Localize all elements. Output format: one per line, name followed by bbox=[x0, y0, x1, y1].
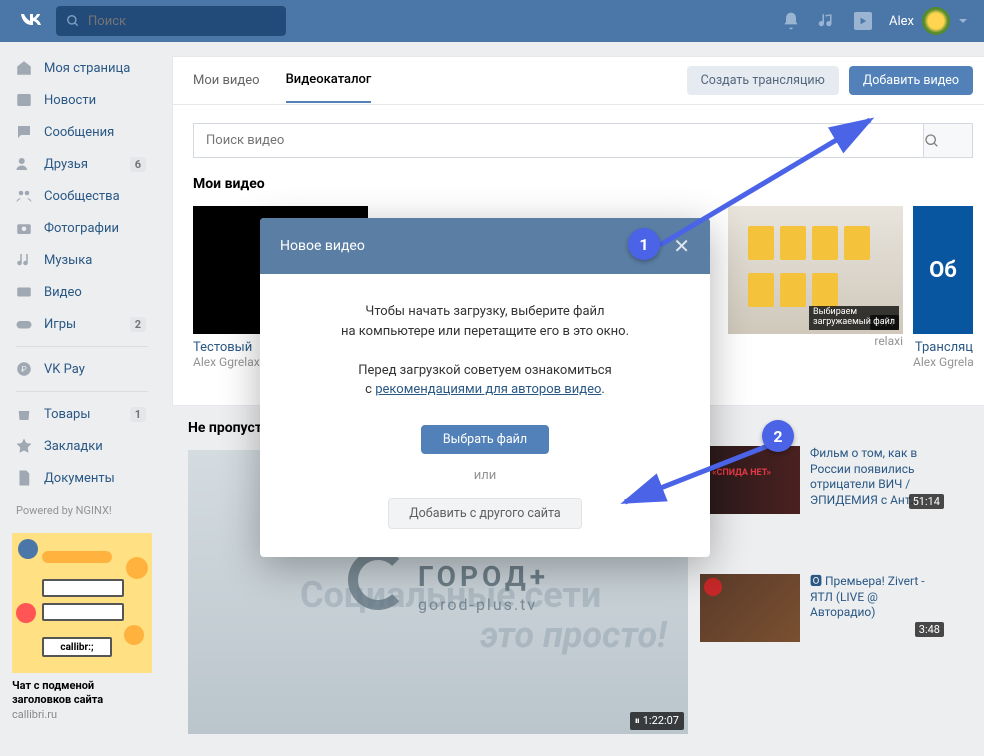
nav-games[interactable]: Игры2 bbox=[6, 308, 158, 340]
svg-text:₽: ₽ bbox=[21, 365, 27, 375]
tab-my-video[interactable]: Мои видео bbox=[193, 59, 260, 102]
video-card[interactable]: 0:11 Выбираем загружаемый файл relaxi bbox=[728, 206, 903, 369]
topbar: Alex bbox=[0, 0, 984, 42]
nav-news[interactable]: Новости bbox=[6, 84, 158, 116]
video-icon bbox=[14, 282, 34, 302]
list-item[interactable]: «СПИДА НЕТ» Фильм о том, как в России по… bbox=[700, 446, 944, 514]
nav-photos[interactable]: Фотографии bbox=[6, 212, 158, 244]
camera-icon bbox=[14, 218, 34, 238]
note-icon bbox=[14, 250, 34, 270]
ad-image: callibr:; bbox=[12, 533, 152, 673]
music-icon[interactable] bbox=[809, 3, 845, 39]
video-search bbox=[193, 123, 973, 158]
badge: 1 bbox=[130, 407, 146, 422]
message-icon bbox=[14, 122, 34, 142]
username: Alex bbox=[889, 14, 914, 29]
nav-bookmarks[interactable]: Закладки bbox=[6, 430, 158, 462]
nav-messages[interactable]: Сообщения bbox=[6, 116, 158, 148]
sidebar: Моя страница Новости Сообщения Друзья6 С… bbox=[0, 42, 158, 737]
bag-icon bbox=[14, 404, 34, 424]
global-search[interactable] bbox=[56, 6, 286, 36]
vk-logo[interactable] bbox=[18, 7, 46, 35]
ad-title: Чат с подменой заголовков сайта bbox=[12, 679, 152, 708]
add-video-button[interactable]: Добавить видео bbox=[849, 66, 973, 95]
nav-friends[interactable]: Друзья6 bbox=[6, 148, 158, 180]
create-broadcast-button[interactable]: Создать трансляцию bbox=[687, 66, 839, 95]
callout-1: 1 bbox=[628, 228, 660, 260]
section-my-videos: Мои видео bbox=[193, 176, 973, 192]
nav-my-page[interactable]: Моя страница bbox=[6, 52, 158, 84]
ad-block[interactable]: callibr:; Чат с подменой заголовков сайт… bbox=[12, 533, 152, 721]
star-icon bbox=[14, 436, 34, 456]
duration: ⏸ 1:22:07 bbox=[630, 712, 684, 730]
modal-title: Новое видео bbox=[280, 238, 365, 254]
tab-catalog[interactable]: Видеокаталог bbox=[286, 58, 372, 103]
home-icon bbox=[14, 58, 34, 78]
search-icon bbox=[66, 14, 80, 28]
global-search-input[interactable] bbox=[88, 14, 248, 29]
avatar bbox=[922, 7, 950, 35]
game-icon bbox=[14, 314, 34, 334]
news-icon bbox=[14, 90, 34, 110]
close-icon[interactable]: ✕ bbox=[673, 234, 690, 258]
badge: 6 bbox=[130, 157, 146, 172]
powered-by: Powered by NGINX! bbox=[6, 494, 158, 527]
chevron-down-icon bbox=[958, 16, 968, 26]
nav-music[interactable]: Музыка bbox=[6, 244, 158, 276]
group-icon bbox=[14, 186, 34, 206]
tabs-row: Мои видео Видеокаталог Создать трансляци… bbox=[172, 56, 984, 104]
doc-icon bbox=[14, 468, 34, 488]
video-search-button[interactable] bbox=[923, 123, 973, 158]
video-top-icon[interactable] bbox=[845, 3, 881, 39]
recommended-list: «СПИДА НЕТ» Фильм о том, как в России по… bbox=[700, 446, 944, 654]
add-from-site-button[interactable]: Добавить с другого сайта bbox=[388, 498, 581, 529]
friends-icon bbox=[14, 154, 34, 174]
video-search-input[interactable] bbox=[193, 123, 923, 158]
recommendations-link[interactable]: рекомендациями для авторов видео bbox=[375, 382, 601, 397]
nav-video[interactable]: Видео bbox=[6, 276, 158, 308]
video-card[interactable]: Об Трансляц Alex Ggrelaxi bbox=[913, 206, 973, 369]
notifications-icon[interactable] bbox=[773, 3, 809, 39]
new-video-modal: Новое видео ✕ Чтобы начать загрузку, выб… bbox=[260, 218, 710, 557]
nav-communities[interactable]: Сообщества bbox=[6, 180, 158, 212]
nav-market[interactable]: Товары1 bbox=[6, 398, 158, 430]
list-item[interactable]: 🅾 Премьера! Zivert - ЯТЛ (LIVE @ Авторад… bbox=[700, 574, 944, 642]
badge: 2 bbox=[130, 317, 146, 332]
nav-vkpay[interactable]: ₽VK Pay bbox=[6, 353, 158, 385]
nav-docs[interactable]: Документы bbox=[6, 462, 158, 494]
ad-sub: callibri.ru bbox=[12, 708, 152, 721]
pay-icon: ₽ bbox=[14, 359, 34, 379]
choose-file-button[interactable]: Выбрать файл bbox=[421, 425, 549, 454]
callout-2: 2 bbox=[762, 420, 794, 452]
user-menu[interactable]: Alex bbox=[881, 7, 976, 35]
